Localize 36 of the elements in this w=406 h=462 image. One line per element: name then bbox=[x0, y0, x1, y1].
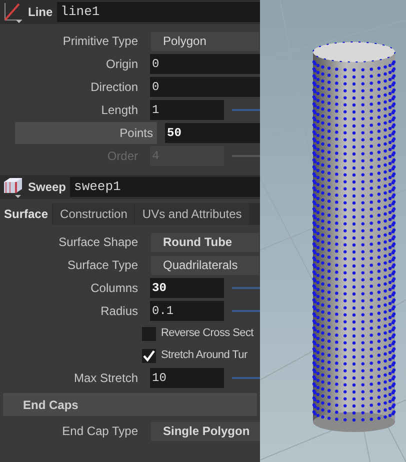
section-header[interactable]: End Caps bbox=[3, 393, 257, 416]
parameter-label: Radius bbox=[100, 303, 139, 320]
sweep-node-icon bbox=[2, 176, 24, 198]
checkbox[interactable] bbox=[142, 348, 156, 362]
parameter-label: Columns bbox=[90, 280, 139, 297]
parameter-label: Primitive Type bbox=[62, 33, 139, 50]
value-field[interactable]: 30 bbox=[150, 278, 224, 298]
checkbox-label: Reverse Cross Sect bbox=[161, 326, 254, 342]
parameter-label: Origin bbox=[104, 56, 139, 73]
node-name-field[interactable]: line1 bbox=[56, 2, 260, 22]
parameter-label: Length bbox=[100, 102, 139, 119]
tab[interactable]: Construction bbox=[53, 203, 134, 225]
parameter-label: Points bbox=[15, 122, 157, 144]
parameter-label: Surface Shape bbox=[58, 234, 139, 251]
checkbox-label: Stretch Around Tur bbox=[161, 348, 248, 364]
node-name-field[interactable]: sweep1 bbox=[70, 177, 260, 197]
value-field[interactable]: 0 bbox=[150, 54, 260, 74]
value-field[interactable]: 50 bbox=[165, 123, 260, 143]
value-field[interactable]: 0.1 bbox=[150, 301, 224, 321]
parameter-label: End Cap Type bbox=[61, 423, 139, 440]
dropdown[interactable]: Round Tube bbox=[150, 232, 260, 252]
value-field[interactable]: 10 bbox=[150, 368, 224, 388]
tab[interactable]: UVs and Attributes bbox=[135, 203, 249, 225]
parameter-label: Surface Type bbox=[66, 257, 139, 274]
line-node-icon bbox=[2, 1, 24, 23]
value-field[interactable]: 1 bbox=[150, 100, 224, 120]
parameter-label: Direction bbox=[90, 79, 139, 96]
tab[interactable]: Surface bbox=[0, 203, 52, 225]
dropdown[interactable]: Single Polygon bbox=[150, 420, 260, 442]
value-field[interactable]: 0 bbox=[150, 77, 260, 97]
node-type-label: Line bbox=[28, 4, 53, 21]
node-type-label: Sweep bbox=[28, 179, 66, 196]
dropdown[interactable]: Quadrilaterals bbox=[150, 254, 260, 276]
dropdown[interactable]: Polygon bbox=[150, 30, 260, 52]
checkbox[interactable] bbox=[142, 326, 156, 340]
parameter-label: Max Stretch bbox=[72, 370, 139, 387]
